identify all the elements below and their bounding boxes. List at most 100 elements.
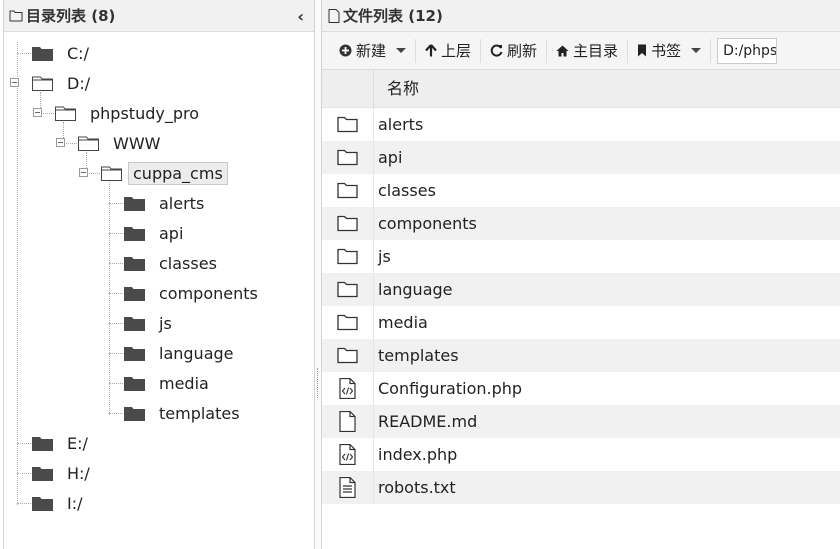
text-file-icon [339, 477, 356, 498]
tree-node-label: alerts [159, 193, 205, 213]
file-outline-icon [328, 8, 340, 23]
folder-closed-icon [124, 316, 145, 331]
tree-node-label: api [159, 223, 184, 243]
folder-closed-icon [32, 496, 53, 511]
folder-icon [337, 149, 358, 166]
caret-down-icon [691, 48, 702, 53]
file-table-body: alerts api classes components js languag… [322, 108, 840, 504]
tree-panel-header: 目录列表 (8) [4, 0, 314, 32]
collapse-toggle-cuppa[interactable] [79, 168, 88, 177]
file-icon [339, 411, 356, 432]
folder-closed-icon [124, 376, 145, 391]
tree-node-d[interactable]: D:/ [32, 72, 94, 94]
file-panel-header: 文件列表 (12) [322, 0, 840, 32]
folder-closed-icon [32, 46, 53, 61]
bookmark-icon [638, 44, 647, 57]
tree-node-label: H:/ [67, 463, 90, 483]
new-button-label: 新建 [356, 42, 387, 60]
tree-node-label-selected: cuppa_cms [128, 161, 228, 185]
tree-node-language[interactable]: language [124, 342, 238, 364]
tree-node-label: js [159, 313, 172, 333]
directory-tree-panel: 目录列表 (8) ‹ C:/ D:/ phpstudy_pro WWW cupp… [3, 0, 315, 549]
bookmark-button[interactable]: 书签 [628, 38, 710, 64]
folder-closed-icon [124, 346, 145, 361]
tree-node-components[interactable]: components [124, 282, 262, 304]
file-row-js[interactable]: js [322, 240, 840, 273]
file-toolbar: 新建 上层 刷新 主目录 书签 [322, 32, 840, 70]
icon-column-header [322, 70, 374, 107]
tree-node-alerts[interactable]: alerts [124, 192, 208, 214]
file-row-api[interactable]: api [322, 141, 840, 174]
refresh-label: 刷新 [507, 42, 538, 60]
folder-icon [337, 347, 358, 364]
file-row-alerts[interactable]: alerts [322, 108, 840, 141]
file-list-panel: 文件列表 (12) 新建 上层 刷新 主目录 书签 D:/phpstudy_pr… [321, 0, 840, 549]
folder-icon [337, 281, 358, 298]
collapse-toggle-phpstudy[interactable] [33, 108, 42, 117]
new-button[interactable]: 新建 [330, 38, 415, 64]
file-name: js [378, 247, 391, 266]
tree-node-label: WWW [113, 133, 161, 153]
splitter-grip[interactable] [317, 368, 318, 398]
file-name: language [378, 280, 453, 299]
file-row-language[interactable]: language [322, 273, 840, 306]
folder-icon [337, 182, 358, 199]
collapse-toggle-d[interactable] [10, 78, 19, 87]
file-name: templates [378, 346, 459, 365]
file-name: index.php [378, 445, 458, 464]
tree-node-www[interactable]: WWW [78, 132, 164, 154]
file-name: robots.txt [378, 478, 456, 497]
refresh-button[interactable]: 刷新 [481, 38, 546, 64]
file-name: Configuration.php [378, 379, 523, 398]
home-directory-button[interactable]: 主目录 [547, 38, 627, 64]
plus-circle-icon [339, 44, 352, 57]
tree-node-media[interactable]: media [124, 372, 213, 394]
name-column-header[interactable]: 名称 [374, 70, 419, 107]
chevron-left-icon[interactable]: ‹ [297, 7, 304, 26]
directory-tree: C:/ D:/ phpstudy_pro WWW cuppa_cms alert… [4, 33, 314, 548]
folder-open-icon [32, 76, 53, 91]
folder-icon [337, 248, 358, 265]
tree-panel-title: 目录列表 (8) [26, 7, 116, 25]
folder-icon [337, 116, 358, 133]
tree-node-label: templates [159, 403, 240, 423]
file-row-components[interactable]: components [322, 207, 840, 240]
folder-icon [337, 314, 358, 331]
bookmark-label: 书签 [651, 42, 682, 60]
toolbar-divider [710, 38, 712, 63]
folder-icon [337, 215, 358, 232]
path-input[interactable] [717, 37, 778, 64]
tree-node-js[interactable]: js [124, 312, 176, 334]
tree-node-label: D:/ [67, 73, 91, 93]
folder-closed-icon [124, 406, 145, 421]
code-file-icon [339, 444, 356, 465]
file-row-robots-txt[interactable]: robots.txt [322, 471, 840, 504]
tree-node-cuppa-cms[interactable]: cuppa_cms [101, 161, 228, 185]
up-level-button[interactable]: 上层 [416, 38, 480, 64]
tree-node-phpstudy-pro[interactable]: phpstudy_pro [55, 102, 203, 124]
tree-node-templates[interactable]: templates [124, 402, 244, 424]
tree-node-label: I:/ [67, 493, 83, 513]
file-row-readme-md[interactable]: README.md [322, 405, 840, 438]
tree-node-api[interactable]: api [124, 222, 187, 244]
tree-node-i[interactable]: I:/ [32, 492, 87, 514]
tree-node-label: components [159, 283, 258, 303]
file-row-media[interactable]: media [322, 306, 840, 339]
file-row-classes[interactable]: classes [322, 174, 840, 207]
file-row-index-php[interactable]: index.php [322, 438, 840, 471]
tree-node-classes[interactable]: classes [124, 252, 221, 274]
tree-node-h[interactable]: H:/ [32, 462, 94, 484]
file-name: components [378, 214, 477, 233]
folder-closed-icon [32, 466, 53, 481]
collapse-toggle-www[interactable] [56, 138, 65, 147]
refresh-icon [490, 44, 503, 57]
file-row-templates[interactable]: templates [322, 339, 840, 372]
folder-open-icon [55, 106, 76, 121]
tree-node-c[interactable]: C:/ [32, 42, 93, 64]
tree-node-e[interactable]: E:/ [32, 432, 92, 454]
file-name: media [378, 313, 428, 332]
folder-closed-icon [124, 226, 145, 241]
home-icon [556, 45, 569, 56]
tree-node-label: E:/ [67, 433, 88, 453]
file-row-configuration-php[interactable]: Configuration.php [322, 372, 840, 405]
